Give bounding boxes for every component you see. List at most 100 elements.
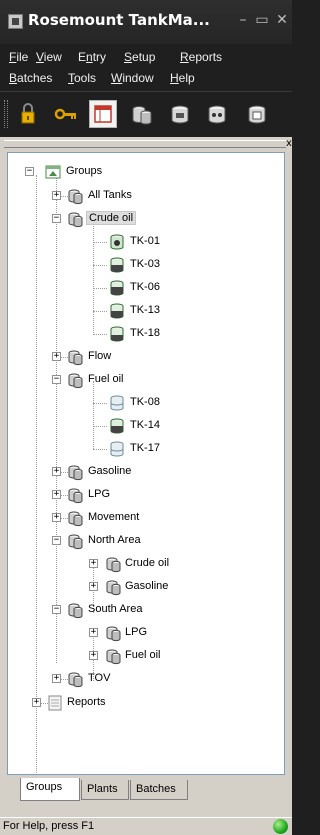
tank-icon xyxy=(110,418,124,434)
collapse-toggle[interactable]: − xyxy=(25,167,34,176)
tree-item-all-tanks[interactable]: + All Tanks xyxy=(8,185,278,207)
group-tree[interactable]: − Groups + All Tanks − Crude oil TK-01 T… xyxy=(7,152,285,775)
status-bar: For Help, press F1 xyxy=(0,817,292,835)
tree-connector xyxy=(93,288,107,289)
tree-item-reports[interactable]: + Reports xyxy=(8,692,278,714)
tree-item-movement[interactable]: + Movement xyxy=(8,507,278,529)
tank-group-icon xyxy=(68,212,83,228)
panel-splitter[interactable] xyxy=(4,140,286,148)
tree-item-label: TK-14 xyxy=(130,419,160,431)
expand-toggle[interactable]: + xyxy=(32,698,41,707)
tree-item-label: North Area xyxy=(88,534,141,546)
status-text: For Help, press F1 xyxy=(3,820,95,832)
menu-bar: File View Entry Setup Reports Batches To… xyxy=(0,44,292,90)
expand-toggle[interactable]: + xyxy=(52,467,61,476)
tree-item-tank[interactable]: TK-03 xyxy=(8,254,278,276)
collapse-toggle[interactable]: − xyxy=(52,375,61,384)
tree-item-label: TK-01 xyxy=(130,235,160,247)
expand-toggle[interactable]: + xyxy=(52,191,61,200)
tree-item-label: Reports xyxy=(67,696,106,708)
tree-item-label: Groups xyxy=(66,165,103,177)
tree-item-tank[interactable]: TK-18 xyxy=(8,323,278,345)
tree-item-tov[interactable]: + TOV xyxy=(8,668,278,690)
tank-button[interactable] xyxy=(166,100,194,128)
tank-alarm-icon xyxy=(110,234,124,250)
tab-plants[interactable]: Plants xyxy=(81,780,129,800)
tree-item-north-gasoline[interactable]: + Gasoline xyxy=(8,576,278,598)
tank-group-button[interactable] xyxy=(128,100,156,128)
tree-item-gasoline[interactable]: + Gasoline xyxy=(8,461,278,483)
lock-icon xyxy=(21,103,35,124)
tree-item-north-area[interactable]: − North Area xyxy=(8,530,278,552)
status-indicator-icon xyxy=(273,819,288,834)
toolbar-grip[interactable] xyxy=(4,100,8,128)
tree-item-tank[interactable]: TK-01 xyxy=(8,231,278,253)
tree-item-north-crude-oil[interactable]: + Crude oil xyxy=(8,553,278,575)
expand-toggle[interactable]: + xyxy=(89,651,98,660)
tank-empty-icon xyxy=(110,441,124,457)
expand-toggle[interactable]: + xyxy=(89,582,98,591)
tank-report-button[interactable] xyxy=(243,100,271,128)
tree-item-flow[interactable]: + Flow xyxy=(8,346,278,368)
tree-item-tank[interactable]: TK-17 xyxy=(8,438,278,460)
tank-alarm-icon xyxy=(208,105,226,124)
expand-toggle[interactable]: + xyxy=(89,559,98,568)
tree-item-crude-oil[interactable]: − Crude oil xyxy=(8,208,278,230)
tank-group-icon xyxy=(106,626,121,642)
minimize-button[interactable]: – xyxy=(234,11,252,29)
tree-item-south-area[interactable]: − South Area xyxy=(8,599,278,621)
tank-icon xyxy=(110,303,124,319)
menu-window[interactable]: Window xyxy=(111,71,154,85)
tree-connector xyxy=(93,311,107,312)
tank-icon xyxy=(110,257,124,273)
collapse-toggle[interactable]: − xyxy=(52,605,61,614)
tree-connector xyxy=(93,334,107,335)
table-view-button[interactable] xyxy=(89,100,117,128)
expand-toggle[interactable]: + xyxy=(52,674,61,683)
collapse-toggle[interactable]: − xyxy=(52,536,61,545)
reports-icon xyxy=(48,695,62,711)
menu-batches[interactable]: Batches xyxy=(9,71,52,85)
expand-toggle[interactable]: + xyxy=(52,513,61,522)
menu-tools[interactable]: Tools xyxy=(68,71,96,85)
menu-file[interactable]: File xyxy=(9,50,28,64)
tank-group-icon xyxy=(68,488,83,504)
tank-group-icon xyxy=(68,511,83,527)
collapse-toggle[interactable]: − xyxy=(52,214,61,223)
tree-item-tank[interactable]: TK-14 xyxy=(8,415,278,437)
tab-groups[interactable]: Groups xyxy=(20,778,80,801)
tank-group-icon xyxy=(68,603,83,619)
tree-item-tank[interactable]: TK-06 xyxy=(8,277,278,299)
maximize-button[interactable]: ▭ xyxy=(253,11,271,29)
tree-item-tank[interactable]: TK-13 xyxy=(8,300,278,322)
key-button[interactable] xyxy=(52,100,80,128)
title-bar: Rosemount TankMa... – ▭ ✕ xyxy=(0,0,292,44)
expand-toggle[interactable]: + xyxy=(52,352,61,361)
tree-item-label: Gasoline xyxy=(125,580,169,592)
expand-toggle[interactable]: + xyxy=(89,628,98,637)
menu-reports[interactable]: Reports xyxy=(180,50,222,64)
lock-button[interactable] xyxy=(14,100,42,128)
tree-item-fuel-oil[interactable]: − Fuel oil xyxy=(8,369,278,391)
menu-help[interactable]: Help xyxy=(170,71,195,85)
tree-item-label: Movement xyxy=(88,511,140,523)
tree-item-tank[interactable]: TK-08 xyxy=(8,392,278,414)
tree-item-lpg[interactable]: + LPG xyxy=(8,484,278,506)
toolbar xyxy=(0,91,292,136)
expand-toggle[interactable]: + xyxy=(52,490,61,499)
menu-view[interactable]: View xyxy=(36,50,62,64)
menu-setup[interactable]: Setup xyxy=(124,50,155,64)
panel-close-button[interactable]: x xyxy=(286,138,292,149)
tree-item-south-fuel-oil[interactable]: + Fuel oil xyxy=(8,645,278,667)
tree-item-label: TK-13 xyxy=(130,304,160,316)
menu-entry[interactable]: Entry xyxy=(78,50,106,64)
tank-alarm-button[interactable] xyxy=(203,100,231,128)
tab-batches[interactable]: Batches xyxy=(130,780,188,800)
tank-group-icon xyxy=(132,106,152,125)
close-button[interactable]: ✕ xyxy=(273,11,291,29)
app-icon[interactable] xyxy=(8,14,23,29)
tree-item-south-lpg[interactable]: + LPG xyxy=(8,622,278,644)
tree-item-label: South Area xyxy=(88,603,143,615)
tree-item-groups[interactable]: − Groups xyxy=(8,161,278,183)
tree-item-label: Flow xyxy=(88,350,112,362)
